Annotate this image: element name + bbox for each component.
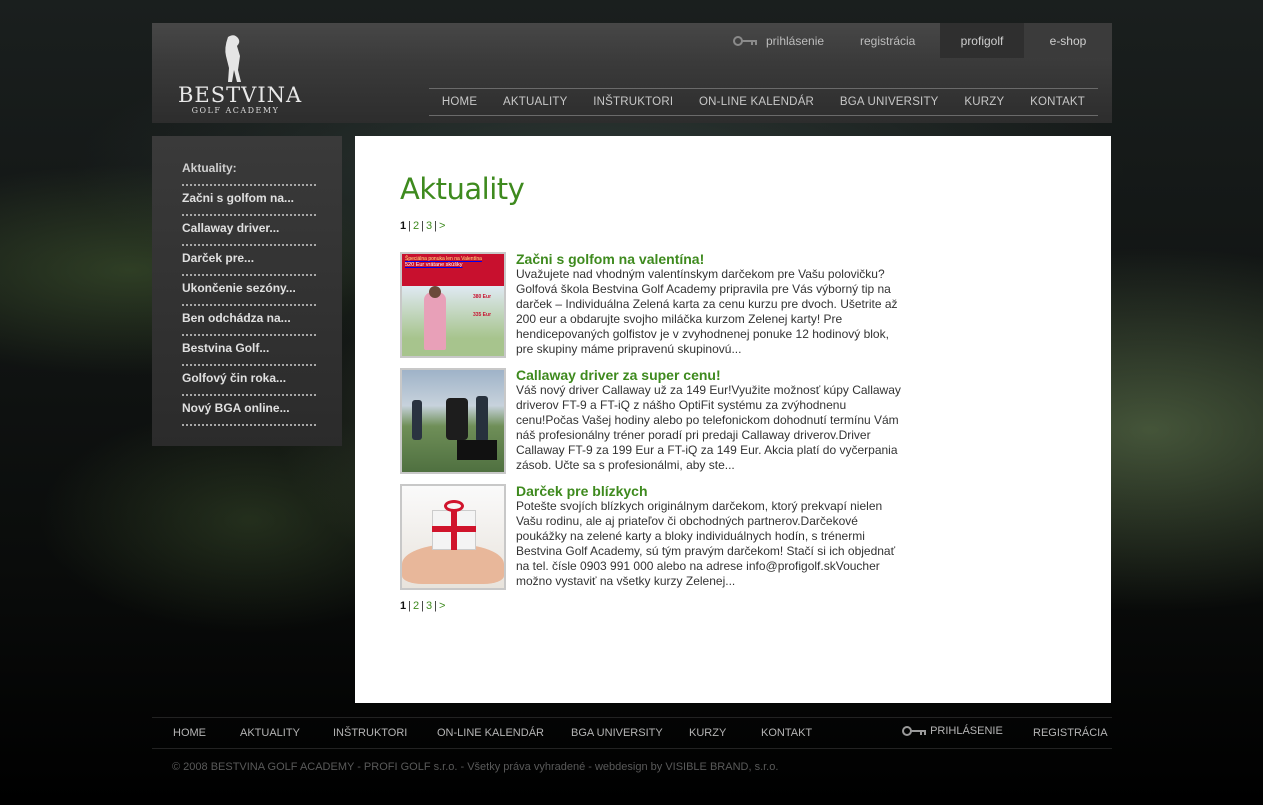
footer-nav-online-kalendar[interactable]: ON-LINE KALENDÁR [437,727,544,739]
sidebar-item[interactable]: Nový BGA online... [182,396,316,426]
eshop-link[interactable]: e-shop [1024,23,1112,58]
footer-nav-kurzy[interactable]: KURZY [689,727,726,739]
profigolf-link[interactable]: profigolf [940,23,1024,58]
nav-instruktori[interactable]: INŠTRUKTORI [593,96,673,108]
news-excerpt: Váš nový driver Callaway už za 149 Eur!V… [516,383,901,472]
logo-main-text: BESTVINA [178,83,303,107]
pager-current: 1 [400,600,407,612]
news-item: Špeciálna ponuka len na Valentína 520 Eu… [400,252,1111,368]
pagination-top: 1 | 2 | 3 | > [400,220,446,232]
top-links: prihlásenie registrácia profigolf e-shop [732,23,1112,58]
pager-next[interactable]: > [439,600,445,612]
sidebar-item[interactable]: Callaway driver... [182,216,316,246]
nav-kontakt[interactable]: KONTAKT [1030,96,1085,108]
main-nav: HOME AKTUALITY INŠTRUKTORI ON-LINE KALEN… [429,88,1098,116]
thumb-price-2: 380 Eur [472,294,492,300]
sidebar-item[interactable]: Bestvina Golf... [182,336,316,366]
footer-login-label: PRIHLÁSENIE [930,725,1003,737]
news-thumbnail-callaway[interactable] [400,368,506,474]
key-icon [902,726,926,737]
news-title[interactable]: Darček pre blízkych [516,484,908,499]
copyright-text: © 2008 BESTVINA GOLF ACADEMY - PROFI GOL… [172,761,779,773]
thumb-price-main: 520 Eur vrátane skúšky [405,262,463,268]
news-item: Callaway driver za super cenu! Váš nový … [400,368,1111,484]
nav-aktuality[interactable]: AKTUALITY [503,96,567,108]
key-icon [733,35,757,46]
login-link[interactable]: prihlásenie [732,23,860,58]
logo-sub-text: GOLF ACADEMY [191,106,280,115]
pager-page-2[interactable]: 2 [413,600,419,612]
sidebar-heading: Aktuality: [182,156,316,186]
pager-next[interactable]: > [439,220,445,232]
footer-login-link[interactable]: PRIHLÁSENIE [901,725,1003,737]
pagination-bottom: 1 | 2 | 3 | > [400,600,446,612]
sidebar-item[interactable]: Ukončenie sezóny... [182,276,316,306]
pager-page-3[interactable]: 3 [426,220,432,232]
pager-current: 1 [400,220,407,232]
footer-nav-aktuality[interactable]: AKTUALITY [240,727,300,739]
site-logo[interactable]: BESTVINA GOLF ACADEMY [178,33,303,115]
nav-online-kalendar[interactable]: ON-LINE KALENDÁR [699,96,814,108]
sidebar-news-list: Aktuality: Začni s golfom na... Callaway… [152,136,342,446]
footer-register-link[interactable]: REGISTRÁCIA [1033,727,1108,739]
sidebar-item[interactable]: Začni s golfom na... [182,186,316,216]
pager-page-2[interactable]: 2 [413,220,419,232]
footer-nav-instruktori[interactable]: INŠTRUKTORI [333,727,407,739]
main-content: Aktuality 1 | 2 | 3 | > Špeciálna ponuka len n… [355,136,1111,703]
footer-nav-kontakt[interactable]: KONTAKT [761,727,812,739]
footer-nav-bga-university[interactable]: BGA UNIVERSITY [571,727,663,739]
footer-nav-home[interactable]: HOME [173,727,206,739]
footer-nav: HOME AKTUALITY INŠTRUKTORI ON-LINE KALEN… [152,717,1112,749]
register-link[interactable]: registrácia [860,23,940,58]
sidebar-item[interactable]: Golfový čin roka... [182,366,316,396]
thumb-price-3: 335 Eur [472,312,492,318]
page-title: Aktuality [400,172,525,206]
news-thumbnail-valentine[interactable]: Špeciálna ponuka len na Valentína 520 Eu… [400,252,506,358]
sidebar-item[interactable]: Darček pre... [182,246,316,276]
news-thumbnail-gift[interactable] [400,484,506,590]
login-label: prihlásenie [766,33,825,48]
news-excerpt: Uvažujete nad vhodným valentínskym darče… [516,267,898,356]
nav-home[interactable]: HOME [442,96,477,108]
news-title[interactable]: Začni s golfom na valentína! [516,252,908,267]
news-item: Darček pre blízkych Potešte svojích blíz… [400,484,1111,600]
sidebar-item[interactable]: Ben odchádza na... [182,306,316,336]
site-header: BESTVINA GOLF ACADEMY prihlásenie regist… [152,23,1112,123]
pager-page-3[interactable]: 3 [426,600,432,612]
golfer-silhouette-icon [225,35,241,82]
news-title[interactable]: Callaway driver za super cenu! [516,368,908,383]
nav-bga-university[interactable]: BGA UNIVERSITY [840,96,939,108]
nav-kurzy[interactable]: KURZY [964,96,1004,108]
news-excerpt: Potešte svojích blízkych originálnym dar… [516,499,896,588]
